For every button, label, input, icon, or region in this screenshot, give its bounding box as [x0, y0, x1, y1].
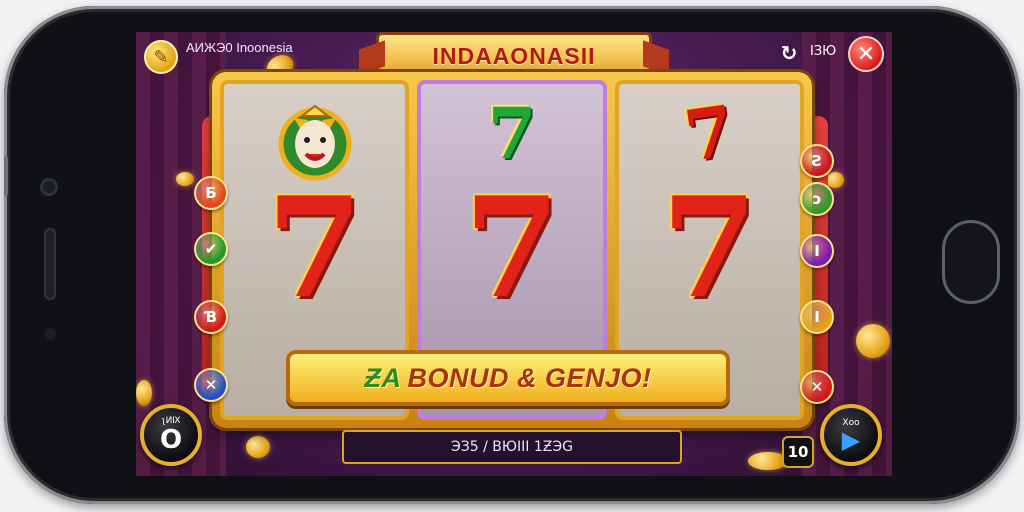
- play-icon: ▶: [841, 426, 861, 454]
- payline-indicator[interactable]: ✔: [194, 232, 228, 266]
- proximity-sensor: [44, 328, 56, 340]
- spin-button[interactable]: Ⅹᴏᴏ ▶: [820, 404, 882, 466]
- reel-2-top-symbol: 7: [421, 94, 602, 174]
- bonus-banner[interactable]: ƵA BONUD & GENJO!: [286, 350, 730, 406]
- payline-indicator[interactable]: ↄ: [800, 182, 834, 216]
- app-label: AИЖЭ0 Inoonesia: [186, 40, 293, 55]
- bonus-prefix: ƵA: [364, 362, 402, 393]
- reel-3-top-seven: 7: [679, 89, 740, 178]
- phone-side-button: [4, 156, 8, 196]
- close-icon: ✕: [856, 41, 876, 67]
- reel-3-main-symbol: 7: [661, 166, 758, 329]
- payline-indicator[interactable]: ✕: [800, 370, 834, 404]
- auto-spin-glyph: O: [159, 425, 183, 455]
- reel-1-main-symbol: 7: [266, 166, 363, 329]
- top-right-label: IЗЮ: [810, 44, 837, 59]
- menu-button[interactable]: ✎: [144, 40, 178, 74]
- coin-decoration: [856, 324, 890, 358]
- reel-3-top-symbol: 7: [619, 89, 800, 178]
- coin-decoration: [826, 172, 844, 188]
- coin-decoration: [136, 380, 152, 406]
- home-button[interactable]: [942, 220, 1000, 304]
- bonus-label: BONUD & GENJO!: [407, 362, 652, 393]
- payline-indicator[interactable]: I: [800, 234, 834, 268]
- wrench-icon: ✎: [153, 46, 169, 68]
- front-camera: [40, 178, 58, 196]
- reel-2-top-seven: 7: [487, 92, 537, 175]
- refresh-icon[interactable]: ↻: [776, 40, 802, 66]
- game-title: INDAAONASII: [432, 42, 596, 69]
- status-bar: ЭЗ5 / ВЮIII 1ƵЭG: [342, 430, 682, 464]
- payline-indicator[interactable]: Ƨ: [800, 144, 834, 178]
- payline-indicator[interactable]: ✕: [194, 368, 228, 402]
- bonus-text: ƵA BONUD & GENJO!: [364, 363, 651, 394]
- auto-spin-button[interactable]: ʅИⅨ O: [140, 404, 202, 466]
- spin-counter: 10: [782, 436, 814, 468]
- payline-indicator[interactable]: Ɓ: [194, 300, 228, 334]
- close-button[interactable]: ✕: [848, 36, 884, 72]
- reel-2-main-symbol: 7: [463, 166, 560, 329]
- payline-indicator[interactable]: I: [800, 300, 834, 334]
- coin-decoration: [246, 436, 270, 458]
- coin-decoration: [176, 172, 194, 186]
- game-screen: ✎ AИЖЭ0 Inoonesia INDAAONASII ↻ IЗЮ ✕ 7: [136, 32, 892, 476]
- payline-indicator[interactable]: Ƃ: [194, 176, 228, 210]
- earpiece-speaker: [44, 228, 56, 300]
